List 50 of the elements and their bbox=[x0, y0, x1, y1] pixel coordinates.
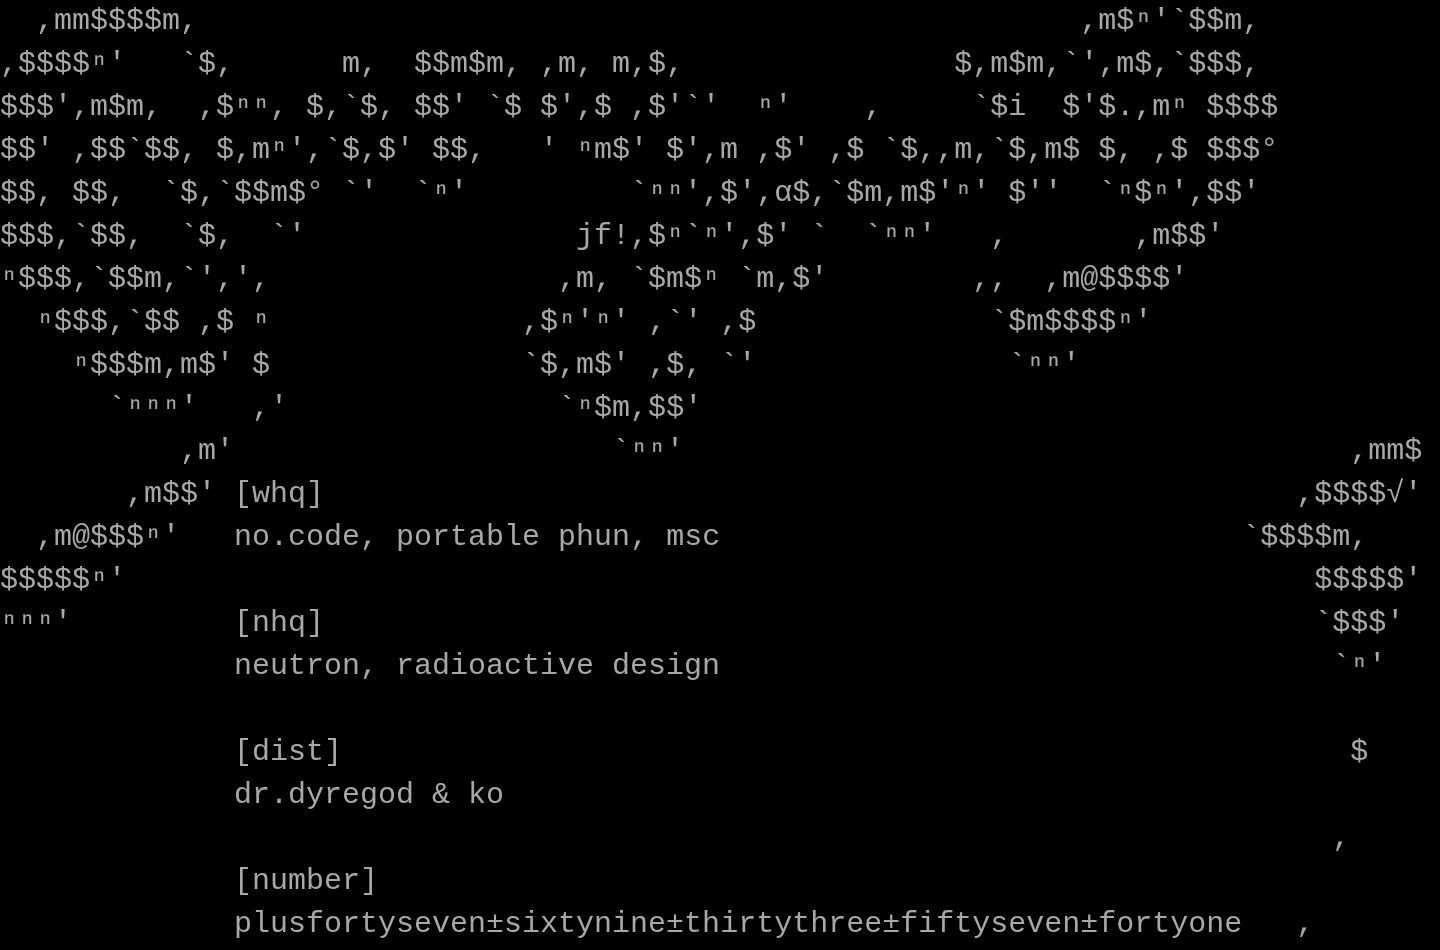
section-heading: [whq] bbox=[234, 477, 325, 511]
info-text: plusfortyseven±sixtynine±thirtythree±fiftyseven±fortyone bbox=[234, 907, 1243, 941]
ascii-art: $$, $$, `$,`$$m$° `' `ⁿ' bbox=[0, 176, 469, 210]
ascii-art: , bbox=[1332, 821, 1351, 855]
ascii-art: $$$$$ⁿ' bbox=[0, 563, 127, 597]
ascii-art: ,m' bbox=[180, 434, 235, 468]
info-text: no.code, portable phun, msc bbox=[234, 520, 721, 554]
ascii-art: $,m$m,`',m$,`$$$, bbox=[954, 47, 1261, 81]
ascii-art: ⁿ$$$,`$$m,`',', bbox=[0, 262, 271, 296]
ascii-art: $ bbox=[1350, 735, 1369, 769]
ascii-art: `ⁿ$m,$$' bbox=[558, 391, 703, 425]
ascii-art: ⁿ' bbox=[756, 90, 793, 124]
section-heading: [number] bbox=[234, 864, 379, 898]
ascii-art: ,m@$$$ⁿ' bbox=[36, 520, 181, 554]
ascii-art: ,, ,m@$$$$' bbox=[972, 262, 1189, 296]
ascii-art: `ⁿⁿ' bbox=[1008, 348, 1081, 382]
ascii-art: ,mm$ bbox=[1350, 434, 1423, 468]
ascii-art: ,$ⁿ'ⁿ' ,`' ,$ bbox=[522, 305, 757, 339]
section-heading: [nhq] bbox=[234, 606, 325, 640]
ascii-art: `ⁿⁿ',$',α$,`$m,m$'ⁿ' $'' `ⁿ$ⁿ',$$' bbox=[630, 176, 1261, 210]
ascii-art: , bbox=[990, 219, 1009, 253]
section-heading: [dist] bbox=[234, 735, 343, 769]
ascii-art: `$i $'$.,mⁿ $$$$ bbox=[972, 90, 1279, 124]
ascii-art: $$$,`$$, `$, `' bbox=[0, 219, 307, 253]
ascii-art: , bbox=[864, 90, 883, 124]
info-text: neutron, radioactive design bbox=[234, 649, 721, 683]
ascii-art: `$$$' bbox=[1314, 606, 1405, 640]
ascii-art: $$' ,$$`$$, $,mⁿ',`$,$' $$, ' ⁿm$' $',m ,$' bbox=[0, 133, 811, 167]
ascii-art: ,mm$$$$m, bbox=[36, 4, 199, 38]
ascii-art: ⁿ$$$m,m$' $ bbox=[72, 348, 271, 382]
ascii-art: , bbox=[1296, 907, 1315, 941]
ascii-art: `$m$$$$ⁿ' bbox=[990, 305, 1153, 339]
ascii-art: $$$',m$m, ,$ⁿⁿ, $,`$, $$' `$ $',$ ,$'`' bbox=[0, 90, 721, 124]
ascii-art: ,$$$$√' bbox=[1296, 477, 1423, 511]
ascii-art: ,m$$' bbox=[1134, 219, 1225, 253]
ascii-art: `ⁿⁿ' bbox=[612, 434, 685, 468]
ascii-art: `$,m$' ,$, `' bbox=[522, 348, 757, 382]
ascii-art: ⁿⁿⁿ' bbox=[0, 606, 72, 640]
ascii-art: $$$$$' bbox=[1314, 563, 1423, 597]
ascii-art: ,$ `$,,m,`$,m$ $, ,$ $$$° bbox=[828, 133, 1279, 167]
ascii-art: ,m$ⁿ'`$$m, bbox=[1080, 4, 1261, 38]
ascii-art: `ⁿ' bbox=[1332, 649, 1387, 683]
ascii-art: ⁿ$$$,`$$ ,$ ⁿ bbox=[36, 305, 271, 339]
ascii-art: `ⁿⁿⁿ' ,' bbox=[108, 391, 289, 425]
ascii-art: ,m, `$m$ⁿ `m,$' bbox=[558, 262, 829, 296]
ascii-art: ,m$$' bbox=[126, 477, 217, 511]
info-text: dr.dyregod & ko bbox=[234, 778, 505, 812]
ascii-art: jf!,$ⁿ`ⁿ',$' ` `ⁿⁿ' bbox=[576, 219, 937, 253]
ascii-art: ,$$$$ⁿ' `$, m, $$m$m, ,m, m,$, bbox=[0, 47, 685, 81]
ascii-art: `$$$$m, bbox=[1242, 520, 1369, 554]
